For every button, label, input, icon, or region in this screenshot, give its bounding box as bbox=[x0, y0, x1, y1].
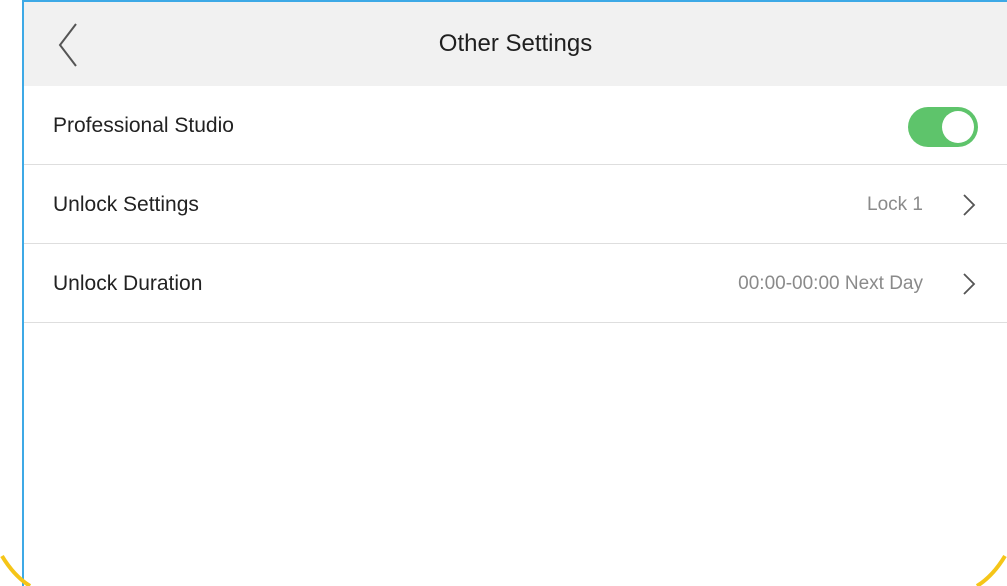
page-title: Other Settings bbox=[438, 30, 593, 57]
chevron-right-icon bbox=[963, 273, 976, 295]
corner-accent-right bbox=[975, 554, 1007, 586]
header-bar: Other Settings bbox=[24, 2, 1007, 86]
setting-row-unlock-duration[interactable]: Unlock Duration 00:00-00:00 Next Day bbox=[24, 244, 1007, 323]
settings-list: Professional Studio Unlock Settings Lock… bbox=[24, 86, 1007, 323]
toggle-knob bbox=[942, 111, 974, 143]
professional-studio-toggle[interactable] bbox=[908, 107, 978, 147]
corner-accent-left bbox=[0, 554, 32, 586]
setting-row-professional-studio: Professional Studio bbox=[24, 86, 1007, 165]
setting-value: Lock 1 bbox=[867, 194, 923, 215]
chevron-right-icon bbox=[963, 194, 976, 216]
setting-label: Unlock Duration bbox=[53, 272, 203, 295]
setting-row-unlock-settings[interactable]: Unlock Settings Lock 1 bbox=[24, 165, 1007, 244]
screen-frame: Other Settings Professional Studio Unloc… bbox=[22, 0, 1007, 586]
setting-label: Unlock Settings bbox=[53, 193, 199, 216]
setting-value: 00:00-00:00 Next Day bbox=[738, 273, 923, 294]
setting-label: Professional Studio bbox=[53, 114, 234, 137]
